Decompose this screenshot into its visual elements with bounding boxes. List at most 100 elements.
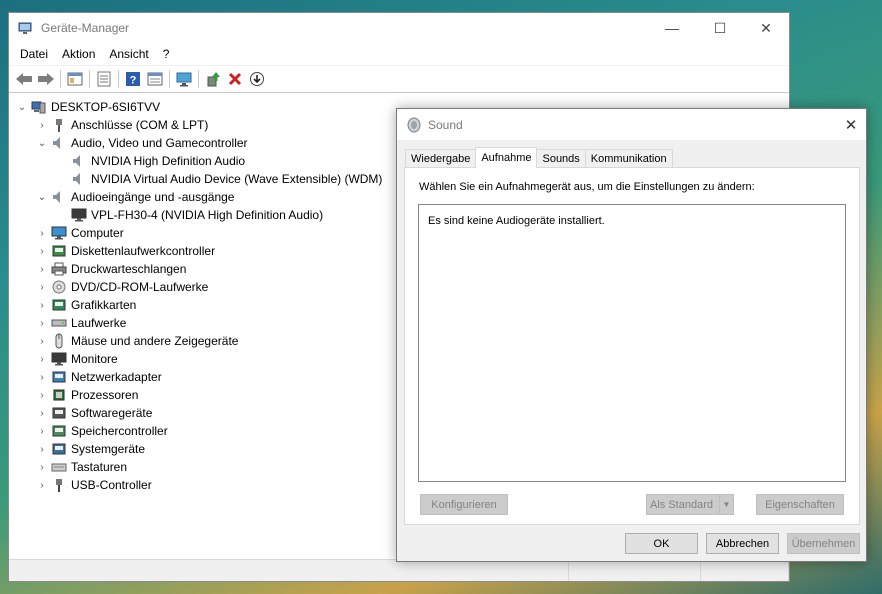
chevron-right-icon[interactable]: ›	[35, 442, 49, 456]
tree-item-label: Laufwerke	[71, 316, 127, 330]
computer-icon	[31, 101, 46, 114]
speaker-icon	[73, 173, 80, 185]
menu-ansicht[interactable]: Ansicht	[102, 45, 155, 63]
chevron-right-icon[interactable]: ›	[35, 298, 49, 312]
tree-item-label: Netzwerkadapter	[71, 370, 162, 384]
chevron-right-icon[interactable]: ›	[35, 262, 49, 276]
menu-datei[interactable]: Datei	[13, 45, 55, 63]
chevron-right-icon[interactable]: ›	[35, 244, 49, 258]
tree-item-label: DVD/CD-ROM-Laufwerke	[71, 280, 209, 294]
tab-wiedergabe[interactable]: Wiedergabe	[405, 149, 477, 168]
set-default-label: Als Standard	[650, 498, 713, 511]
tree-item-label: Systemgeräte	[71, 442, 146, 456]
chevron-right-icon[interactable]: ›	[35, 478, 49, 492]
monitor-scan-icon[interactable]	[173, 68, 195, 90]
usb-icon	[56, 479, 62, 492]
help-icon[interactable]: ?	[122, 68, 144, 90]
tab-kommunikation[interactable]: Kommunikation	[584, 149, 673, 168]
display-adapter-icon	[52, 299, 66, 311]
dropdown-arrow-icon[interactable]: ▼	[719, 495, 733, 514]
tree-item-label: NVIDIA Virtual Audio Device (Wave Extens…	[91, 172, 383, 186]
mouse-icon	[55, 333, 63, 349]
properties-grid-icon[interactable]	[64, 68, 86, 90]
storage-controller-icon	[52, 425, 66, 437]
chevron-right-icon[interactable]: ›	[35, 280, 49, 294]
toolbar-separator	[118, 70, 119, 88]
status-bar	[9, 559, 789, 581]
configure-button[interactable]: Konfigurieren	[420, 494, 508, 515]
toolbar: ?	[9, 65, 789, 93]
cancel-button[interactable]: Abbrechen	[706, 533, 779, 554]
chevron-right-icon[interactable]: ›	[35, 226, 49, 240]
tree-item-label: Anschlüsse (COM & LPT)	[71, 118, 209, 132]
speaker-icon	[53, 137, 60, 149]
monitor-icon	[71, 208, 87, 222]
title-bar[interactable]: Geräte-Manager — ☐ ✕	[9, 13, 789, 43]
menu-bar: Datei Aktion Ansicht ?	[9, 43, 789, 65]
chevron-right-icon[interactable]: ›	[35, 334, 49, 348]
chevron-right-icon[interactable]: ›	[35, 370, 49, 384]
chevron-right-icon[interactable]: ›	[35, 118, 49, 132]
chevron-right-icon[interactable]: ›	[35, 316, 49, 330]
instruction-text: Wählen Sie ein Aufnahmegerät aus, um die…	[419, 181, 755, 193]
chevron-down-icon[interactable]: ⌄	[35, 190, 49, 204]
status-pane	[9, 560, 569, 581]
ok-button[interactable]: OK	[625, 533, 698, 554]
recording-device-list[interactable]: Es sind keine Audiogeräte installiert.	[418, 204, 846, 482]
close-icon[interactable]: ✕	[836, 109, 866, 140]
toolbar-separator	[60, 70, 61, 88]
status-pane	[701, 560, 789, 581]
speaker-icon	[73, 155, 80, 167]
minimize-button[interactable]: —	[649, 13, 695, 43]
printer-icon	[51, 262, 67, 276]
chevron-right-icon[interactable]: ›	[35, 424, 49, 438]
details-icon[interactable]	[144, 68, 166, 90]
sound-dialog: Sound ✕ Wiedergabe Aufnahme Sounds Kommu…	[396, 108, 867, 562]
computer-icon	[51, 226, 67, 240]
update-driver-icon[interactable]	[202, 68, 224, 90]
apply-button[interactable]: Übernehmen	[787, 533, 860, 554]
chevron-right-icon[interactable]: ›	[35, 460, 49, 474]
keyboard-icon	[51, 463, 67, 472]
tree-item-label: USB-Controller	[71, 478, 152, 492]
set-default-button[interactable]: Als Standard ▼	[646, 494, 734, 515]
close-button[interactable]: ✕	[743, 13, 789, 43]
tab-panel: Wählen Sie ein Aufnahmegerät aus, um die…	[404, 167, 860, 525]
chevron-down-icon[interactable]: ⌄	[15, 100, 29, 114]
tree-item-label: Tastaturen	[71, 460, 128, 474]
tree-item-label: Druckwarteschlangen	[71, 262, 187, 276]
window-title: Geräte-Manager	[41, 21, 130, 35]
chevron-right-icon[interactable]: ›	[35, 406, 49, 420]
system-device-icon	[52, 443, 66, 455]
properties-button[interactable]: Eigenschaften	[756, 494, 844, 515]
tree-root-label: DESKTOP-6SI6TVV	[51, 100, 161, 114]
tree-item-label: Softwaregeräte	[71, 406, 153, 420]
maximize-button[interactable]: ☐	[697, 13, 743, 43]
chevron-right-icon[interactable]: ›	[35, 388, 49, 402]
tab-sounds[interactable]: Sounds	[536, 149, 586, 168]
menu-help[interactable]: ?	[156, 45, 177, 63]
empty-list-message: Es sind keine Audiogeräte installiert.	[428, 215, 605, 227]
chevron-down-icon[interactable]: ⌄	[35, 136, 49, 150]
dvd-drive-icon	[52, 280, 66, 294]
processor-icon	[53, 389, 65, 401]
back-arrow-icon[interactable]	[13, 68, 35, 90]
chevron-right-icon[interactable]: ›	[35, 352, 49, 366]
monitor-icon	[51, 352, 67, 366]
list-view-icon[interactable]	[93, 68, 115, 90]
menu-aktion[interactable]: Aktion	[55, 45, 102, 63]
uninstall-x-icon[interactable]	[224, 68, 246, 90]
tree-item-label: Speichercontroller	[71, 424, 168, 438]
dialog-title-bar[interactable]: Sound ✕	[397, 109, 866, 140]
svg-text:?: ?	[130, 75, 137, 87]
tree-item-label: Prozessoren	[71, 388, 139, 402]
download-icon[interactable]	[246, 68, 268, 90]
forward-arrow-icon[interactable]	[35, 68, 57, 90]
dialog-title: Sound	[428, 117, 463, 132]
tree-item-label: VPL-FH30-4 (NVIDIA High Definition Audio…	[91, 208, 324, 222]
tab-aufnahme[interactable]: Aufnahme	[475, 147, 538, 168]
tree-item-label: Monitore	[71, 352, 118, 366]
tree-item-label: Audioeingänge und -ausgänge	[71, 190, 235, 204]
